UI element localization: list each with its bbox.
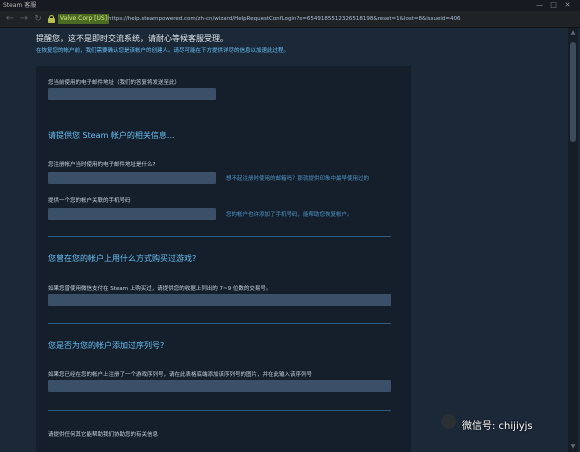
forward-arrow-icon[interactable]: → bbox=[18, 13, 30, 25]
other-info-label: 请提供任何其它能帮助我们协助您的有关信息 bbox=[48, 432, 159, 438]
scroll-down-icon[interactable]: ▼ bbox=[568, 442, 578, 452]
close-icon[interactable]: ✕ bbox=[563, 1, 572, 10]
minimize-icon[interactable]: — bbox=[535, 1, 544, 10]
scroll-thumb[interactable] bbox=[570, 42, 576, 142]
ev-certificate-badge[interactable]: Valve Corp [US] bbox=[58, 14, 110, 24]
watermark-text: 微信号: chijiyjs bbox=[462, 421, 533, 432]
section-divider bbox=[48, 236, 391, 237]
product-key-label: 如果您已经在您的帐户上注册了一个游戏序列号，请在此表格底端添加该序列号的图片，并… bbox=[48, 372, 313, 378]
phone-hint: 您的帐户也许添加了手机号码，能帮助您恢复帐户。 bbox=[226, 212, 353, 218]
lock-icon bbox=[48, 15, 55, 23]
wechat-logo-icon bbox=[441, 414, 456, 429]
phone-field[interactable] bbox=[48, 208, 216, 220]
section-divider bbox=[48, 410, 391, 411]
window-titlebar: Steam 客服 — □ ✕ bbox=[0, 0, 580, 11]
account-section-title: 请提供您 Steam 帐户的相关信息... bbox=[48, 131, 175, 140]
email-label: 您当前使用的电子邮件地址（我们的答复将发送至此） bbox=[48, 80, 181, 86]
signup-email-hint: 想不起注册时使用的邮箱吗？那就提供印象中最早使用过的 bbox=[226, 176, 370, 182]
vertical-scrollbar[interactable]: ▲ ▼ bbox=[568, 28, 578, 452]
email-field[interactable] bbox=[48, 88, 216, 100]
maximize-icon[interactable]: □ bbox=[549, 1, 558, 10]
page-content: 提醒您，这不是即时交流系统，请耐心等候客服受理。 在恢复您的帐户前，我们需要确认… bbox=[0, 28, 580, 452]
product-key-field[interactable] bbox=[48, 380, 391, 392]
product-key-section-title: 您是否为您的帐户添加过序列号? bbox=[48, 341, 165, 350]
intro-title: 提醒您，这不是即时交流系统，请耐心等候客服受理。 bbox=[36, 34, 228, 43]
transaction-id-field[interactable] bbox=[48, 294, 391, 306]
purchase-section-title: 您曾在您的帐户上用什么方式购买过游戏? bbox=[48, 254, 197, 263]
window-title: Steam 客服 bbox=[3, 2, 37, 9]
phone-label: 提供一个您的帐户关联的手机号码 bbox=[48, 198, 131, 204]
signup-email-field[interactable] bbox=[48, 172, 216, 184]
purchase-label: 如果您曾使用微信支付在 Steam 上购买过，请提供您的收据上列出的 7~9 位… bbox=[48, 286, 272, 292]
address-bar-url[interactable]: https://help.steampowered.com/zh-cn/wiza… bbox=[108, 14, 461, 24]
refresh-icon[interactable]: ↻ bbox=[32, 13, 44, 25]
signup-email-label: 您注册帐户当时使用的电子邮件地址是什么? bbox=[48, 162, 156, 168]
intro-subtitle: 在恢复您的帐户前，我们需要确认您是该帐户的创建人。请尽可能在下方提供详尽的信息以… bbox=[36, 48, 290, 54]
section-divider bbox=[48, 323, 391, 324]
browser-navbar: ← → ↻ Valve Corp [US] https://help.steam… bbox=[0, 11, 580, 28]
scroll-up-icon[interactable]: ▲ bbox=[568, 28, 578, 38]
back-arrow-icon[interactable]: ← bbox=[4, 13, 16, 25]
help-request-form: 您当前使用的电子邮件地址（我们的答复将发送至此） 请提供您 Steam 帐户的相… bbox=[36, 66, 411, 452]
